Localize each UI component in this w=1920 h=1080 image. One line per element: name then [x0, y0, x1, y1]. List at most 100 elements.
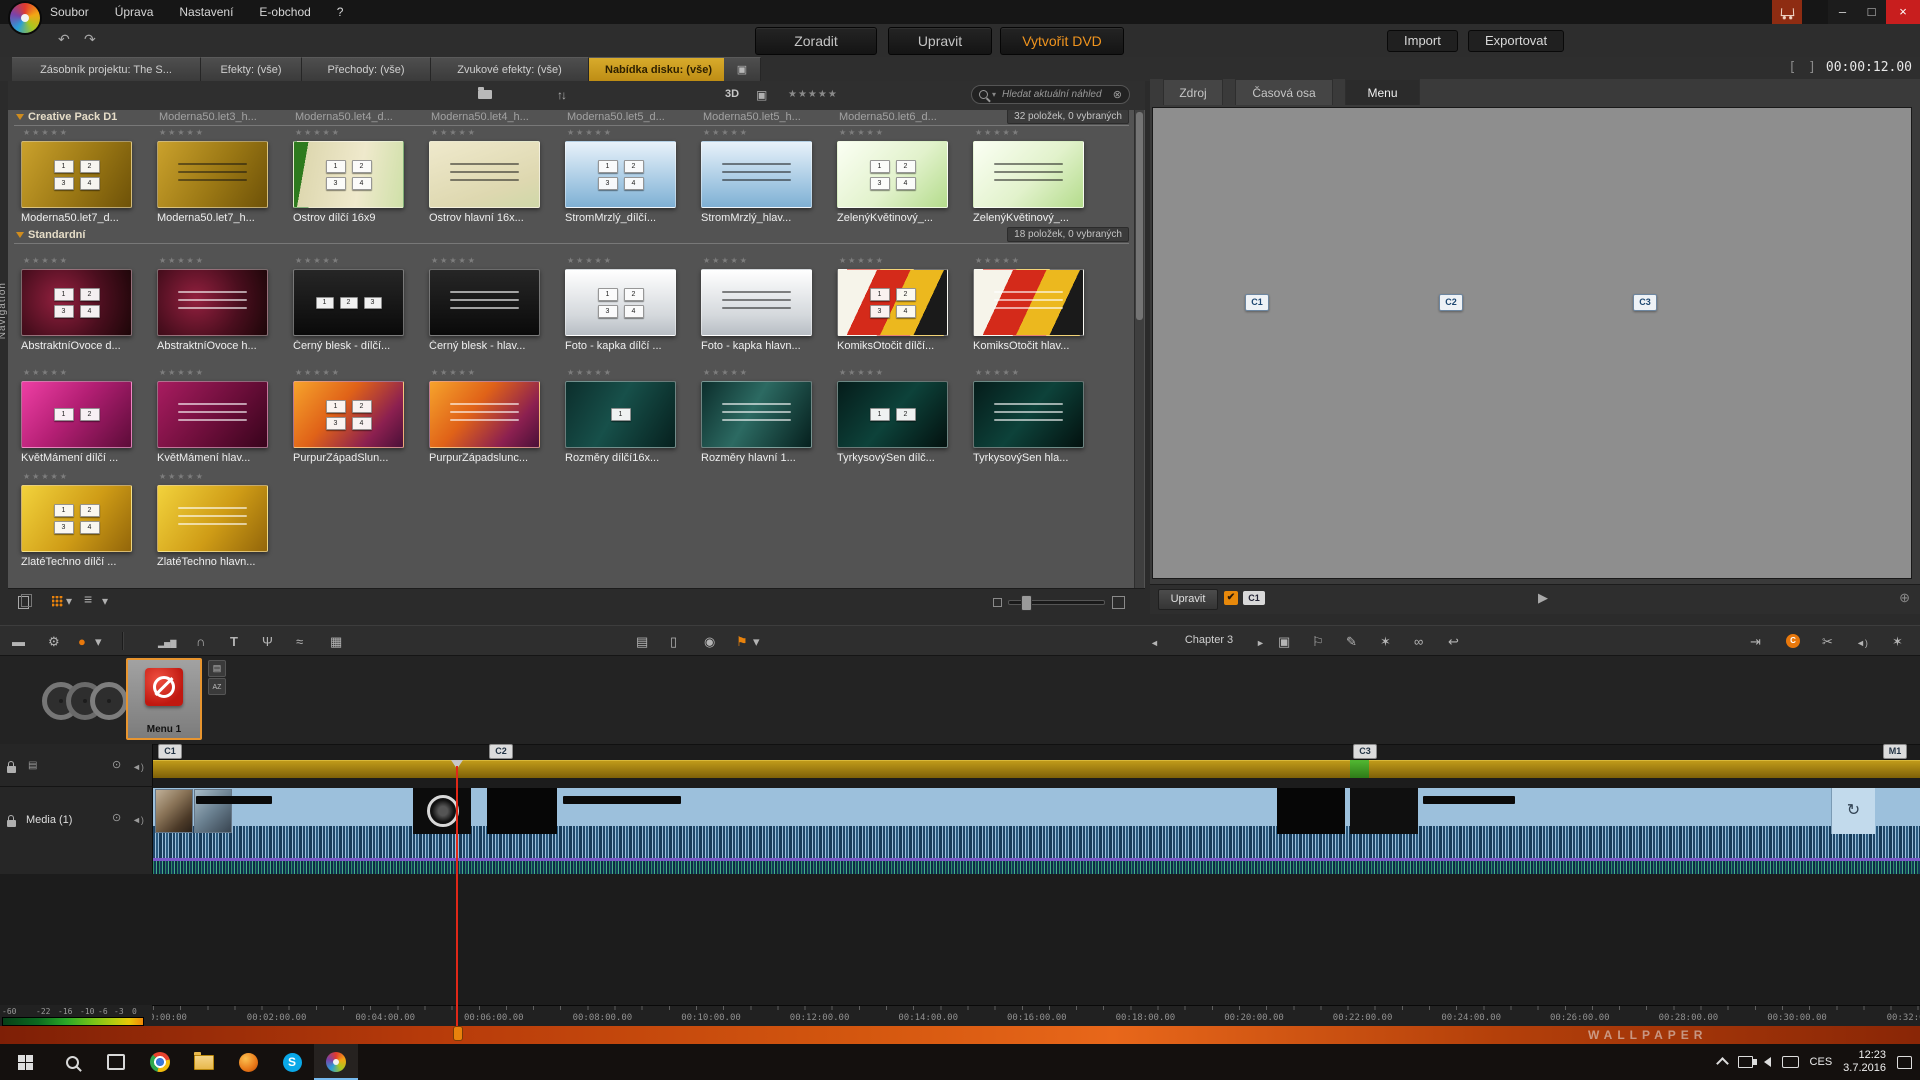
- export-button[interactable]: Exportovat: [1468, 30, 1564, 52]
- menu-template-item[interactable]: ★★★★★1234PurpurZápadSlun...: [293, 368, 415, 470]
- storyboard-icon[interactable]: [636, 634, 648, 649]
- chapter-flag-icon[interactable]: [1312, 634, 1324, 649]
- pinnacle-studio-taskbar-button[interactable]: [314, 1044, 358, 1080]
- search-box[interactable]: ▾: [971, 85, 1130, 104]
- start-button[interactable]: [0, 1044, 50, 1080]
- zoom-in-icon[interactable]: [1112, 596, 1125, 609]
- section-collapse-icon[interactable]: [16, 232, 24, 238]
- menu-template-item[interactable]: ★★★★★Moderna50.let7_h...: [157, 128, 279, 230]
- menu-template-item[interactable]: ★★★★★1234StromMrzlý_dílčí...: [565, 128, 687, 230]
- menubar-item-0[interactable]: Soubor: [50, 5, 89, 19]
- media-track[interactable]: [153, 788, 1920, 874]
- menu-template-item[interactable]: ★★★★★AbstraktníOvoce h...: [157, 256, 279, 358]
- edit-menu-button[interactable]: Upravit: [1158, 589, 1218, 610]
- library-tab-3[interactable]: Zvukové efekty: (vše): [431, 57, 589, 82]
- menu-template-item[interactable]: ★★★★★StromMrzlý_hlav...: [701, 128, 823, 230]
- minimize-button[interactable]: –: [1828, 0, 1857, 24]
- maximize-button[interactable]: □: [1857, 0, 1886, 24]
- wand-icon[interactable]: [1380, 634, 1391, 649]
- audio-levels-icon[interactable]: [158, 634, 176, 651]
- audio-mixer-icon[interactable]: [330, 634, 342, 649]
- volume-tray-icon[interactable]: [1764, 1057, 1771, 1067]
- library-tab-0[interactable]: Zásobník projektu: The S...: [12, 57, 201, 82]
- delete-icon[interactable]: [670, 634, 677, 649]
- edit-chapter-icon[interactable]: [1346, 634, 1357, 649]
- transition-loop-clip[interactable]: [1831, 788, 1875, 834]
- navigation-sidebar-tab[interactable]: Navigation: [0, 282, 13, 339]
- menu-template-item[interactable]: ★★★★★1Rozměry dílčí16x...: [565, 368, 687, 470]
- marker-flag-icon[interactable]: [736, 634, 748, 649]
- link-icon[interactable]: [1414, 634, 1423, 649]
- menu-template-item[interactable]: ★★★★★1234Foto - kapka dílčí ...: [565, 256, 687, 358]
- scorefitter-icon[interactable]: [296, 634, 303, 649]
- return-icon[interactable]: [1448, 634, 1459, 649]
- preview-tab-2[interactable]: Menu: [1345, 79, 1420, 105]
- chapter-chip[interactable]: C1: [1243, 591, 1265, 605]
- track-audio-icon[interactable]: [132, 761, 144, 774]
- menu-template-item[interactable]: ★★★★★1234AbstraktníOvoce d...: [21, 256, 143, 358]
- clapper-icon[interactable]: [12, 634, 25, 649]
- preview-settings-icon[interactable]: [1899, 590, 1910, 606]
- action-center-icon[interactable]: [1897, 1056, 1912, 1069]
- marker-caret-icon[interactable]: [753, 634, 760, 649]
- track-visibility-icon[interactable]: [112, 812, 121, 825]
- menubar-item-4[interactable]: ?: [337, 5, 344, 19]
- dual-view-icon[interactable]: [1278, 634, 1290, 649]
- clip-thumbnail[interactable]: [155, 789, 193, 833]
- taskbar-clock[interactable]: 12:23 3.7.2016: [1843, 1049, 1886, 1075]
- menu-template-item[interactable]: ★★★★★1234ZlatéTechno dílčí ...: [21, 472, 143, 574]
- preview-tab-0[interactable]: Zdroj: [1163, 79, 1223, 105]
- detach-panel-tab[interactable]: [724, 57, 761, 82]
- mode-button-0[interactable]: Zoradit: [755, 27, 877, 55]
- lock-track-icon[interactable]: [7, 820, 16, 827]
- menu-template-item[interactable]: ★★★★★ZlatéTechno hlavn...: [157, 472, 279, 574]
- title-tool-icon[interactable]: [230, 634, 238, 649]
- search-options-caret-icon[interactable]: ▾: [992, 90, 996, 99]
- chapter-checkbox[interactable]: [1224, 591, 1238, 605]
- menu1-clip[interactable]: Menu 1: [126, 658, 202, 740]
- black-clip[interactable]: [487, 788, 557, 834]
- record-caret-icon[interactable]: [95, 634, 102, 649]
- menu-list-icon[interactable]: [208, 660, 226, 677]
- track-name-label[interactable]: Media (1): [26, 814, 72, 826]
- menu-template-item[interactable]: ★★★★★TyrkysovýSen hla...: [973, 368, 1095, 470]
- thumbnail-zoom-slider[interactable]: [1008, 600, 1105, 605]
- magnet-snap-icon[interactable]: [196, 634, 205, 649]
- prev-chapter-icon[interactable]: [1150, 634, 1159, 651]
- track-audio-icon[interactable]: [132, 814, 144, 827]
- menu-template-item[interactable]: ★★★★★1234KomiksOtočit dílčí...: [837, 256, 959, 358]
- scrollbar-thumb[interactable]: [1136, 112, 1143, 320]
- preview-viewport[interactable]: C1C2C3: [1152, 107, 1912, 579]
- rating-filter-stars[interactable]: ★★★★★: [788, 89, 838, 100]
- menu-template-item[interactable]: ★★★★★Rozměry hlavní 1...: [701, 368, 823, 470]
- preview-chapter-marker-C1[interactable]: C1: [1245, 294, 1269, 311]
- menu-template-item[interactable]: ★★★★★Foto - kapka hlavn...: [701, 256, 823, 358]
- menubar-item-3[interactable]: E-obchod: [259, 5, 310, 19]
- list-view-caret-icon[interactable]: [102, 595, 108, 608]
- timeline-marker-C1[interactable]: C1: [158, 744, 182, 759]
- lock-track-icon[interactable]: [7, 766, 16, 773]
- playhead-scrub-handle[interactable]: [453, 1026, 463, 1041]
- zoom-out-icon[interactable]: [993, 598, 1002, 607]
- shop-cart-button[interactable]: [1772, 0, 1802, 24]
- timeline-marker-M1[interactable]: M1: [1883, 744, 1907, 759]
- folder-icon[interactable]: [478, 90, 492, 99]
- task-view-button[interactable]: [94, 1044, 138, 1080]
- menu-template-item[interactable]: ★★★★★KvětMámení hlav...: [157, 368, 279, 470]
- close-button[interactable]: ×: [1886, 0, 1920, 24]
- track-visibility-icon[interactable]: [112, 759, 121, 772]
- preview-mode-icon[interactable]: [756, 88, 767, 102]
- search-clear-icon[interactable]: [1113, 88, 1122, 101]
- menu-template-item[interactable]: ★★★★★PurpurZápadslunc...: [429, 368, 551, 470]
- playhead[interactable]: [451, 760, 463, 1040]
- mute-track-icon[interactable]: [1856, 634, 1868, 651]
- menu-template-item[interactable]: ★★★★★Černý blesk - hlav...: [429, 256, 551, 358]
- menu-template-item[interactable]: ★★★★★1234Ostrov dílčí 16x9: [293, 128, 415, 230]
- trim-mode-icon[interactable]: [1750, 634, 1761, 649]
- preview-chapter-marker-C3[interactable]: C3: [1633, 294, 1657, 311]
- language-indicator[interactable]: CES: [1810, 1056, 1833, 1068]
- menu-track-bar[interactable]: [153, 760, 1920, 778]
- skype-button[interactable]: [270, 1044, 314, 1080]
- file-explorer-button[interactable]: [182, 1044, 226, 1080]
- play-button[interactable]: [1538, 590, 1548, 606]
